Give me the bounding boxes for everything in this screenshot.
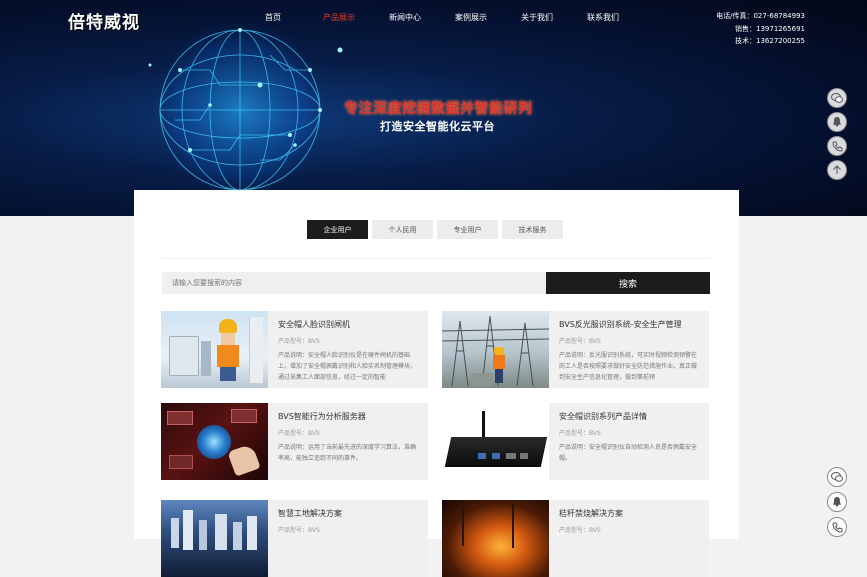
back-to-top-button[interactable] <box>827 160 847 180</box>
product-info: 秸秆禁烧解决方案 产品型号：BVS <box>559 500 699 572</box>
category-tabs: 企业用户 个人民用 专业用户 技术服务 <box>307 220 567 239</box>
qq-button[interactable] <box>827 112 847 132</box>
product-model: 产品型号：BVS <box>278 430 320 437</box>
product-card[interactable]: 安全帽人脸识别闸机 产品型号：BVS 产品说明：安全帽人脸识别仪是在硬件闸机的基… <box>161 311 428 388</box>
product-title[interactable]: 安全帽识别系列产品详情 <box>559 411 699 422</box>
contact-tech: 技术：13627200255 <box>735 37 805 45</box>
product-image-edge-box[interactable] <box>442 403 549 480</box>
qq-icon <box>833 117 841 127</box>
search-input[interactable] <box>162 272 546 294</box>
tab-tech-service[interactable]: 技术服务 <box>502 220 563 239</box>
nav-contact[interactable]: 联系我们 <box>570 12 636 23</box>
product-title[interactable]: BVS反光服识别系统-安全生产管理 <box>559 319 699 330</box>
qq-button-bottom[interactable] <box>827 492 847 512</box>
nav-home[interactable]: 首页 <box>240 12 306 23</box>
wechat-button[interactable] <box>827 88 847 108</box>
product-description: 产品说明：运用了当前最先进的深度学习算法，准确率高，能独立追踪不同的事件。 <box>278 444 417 462</box>
product-title[interactable]: 安全帽人脸识别闸机 <box>278 319 418 330</box>
product-info: BVS智能行为分析服务器 产品型号：BVS 产品说明：运用了当前最先进的深度学习… <box>278 403 418 475</box>
phone-button-bottom[interactable] <box>827 517 847 537</box>
wechat-icon <box>831 472 843 482</box>
product-image-face-gate[interactable] <box>161 311 268 388</box>
product-info: 智慧工地解决方案 产品型号：BVS <box>278 500 418 572</box>
product-model: 产品型号：BVS <box>559 527 601 534</box>
product-image-ai-server[interactable] <box>161 403 268 480</box>
product-info: 安全帽识别系列产品详情 产品型号：BVS 产品说明：安全帽识别仪自动检测人员是否… <box>559 403 699 475</box>
product-description <box>559 539 699 572</box>
arrow-up-icon <box>833 165 841 174</box>
search-button[interactable]: 搜索 <box>546 272 710 294</box>
tab-personal[interactable]: 个人民用 <box>372 220 433 239</box>
tab-enterprise[interactable]: 企业用户 <box>307 220 368 239</box>
product-model: 产品型号：BVS <box>559 430 601 437</box>
wechat-button-bottom[interactable] <box>827 467 847 487</box>
product-model: 产品型号：BVS <box>278 527 320 534</box>
wechat-icon <box>831 93 843 103</box>
product-title[interactable]: BVS智能行为分析服务器 <box>278 411 418 422</box>
divider <box>162 258 710 259</box>
product-description: 产品说明：安全帽识别仪自动检测人员是否佩戴安全帽。 <box>559 444 698 462</box>
phone-button[interactable] <box>827 136 847 156</box>
product-title[interactable]: 智慧工地解决方案 <box>278 508 418 519</box>
nav-products[interactable]: 产品展示 <box>306 12 372 23</box>
banner-subheadline: 打造安全智能化云平台 <box>380 120 495 133</box>
contact-sales: 销售：13971265691 <box>735 24 805 33</box>
nav-about[interactable]: 关于我们 <box>504 12 570 23</box>
site-logo[interactable]: 倍特威视 <box>68 8 140 33</box>
product-description: 产品说明：安全帽人脸识别仪是在硬件闸机的基础上，增加了安全帽佩戴识别和人脸实名制… <box>278 352 417 381</box>
product-card[interactable]: 安全帽识别系列产品详情 产品型号：BVS 产品说明：安全帽识别仪自动检测人员是否… <box>442 403 709 480</box>
banner-headline: 专注深度挖掘数据并智能研判 <box>344 101 533 117</box>
phone-icon <box>831 522 842 533</box>
product-model: 产品型号：BVS <box>559 338 601 345</box>
contact-info: 电话/传真：027-68784993 销售：13971265691 技术：136… <box>716 10 805 48</box>
substation-graphic <box>442 315 549 387</box>
product-description: 产品说明：反光服识别系统，可实时视频检测预警在岗工人是否按照要求做好安全防范措施… <box>559 352 698 381</box>
tab-professional[interactable]: 专业用户 <box>437 220 498 239</box>
product-model: 产品型号：BVS <box>278 338 320 345</box>
products-panel: 企业用户 个人民用 专业用户 技术服务 搜索 安全帽人脸识别闸机 产品型号：BV… <box>134 190 739 577</box>
nav-cases[interactable]: 案例展示 <box>438 12 504 23</box>
qq-icon <box>833 497 841 507</box>
contact-phone: 电话/传真：027-68784993 <box>716 12 805 20</box>
product-description <box>278 539 418 572</box>
phone-icon <box>831 141 842 152</box>
product-card[interactable]: BVS智能行为分析服务器 产品型号：BVS 产品说明：运用了当前最先进的深度学习… <box>161 403 428 480</box>
nav-news[interactable]: 新闻中心 <box>372 12 438 23</box>
product-info: BVS反光服识别系统-安全生产管理 产品型号：BVS 产品说明：反光服识别系统，… <box>559 311 699 383</box>
product-image-substation[interactable] <box>442 311 549 388</box>
hero-banner: 倍特威视 首页 产品展示 新闻中心 案例展示 关于我们 联系我们 电话/传真：0… <box>0 0 867 216</box>
product-info: 安全帽人脸识别闸机 产品型号：BVS 产品说明：安全帽人脸识别仪是在硬件闸机的基… <box>278 311 418 383</box>
product-card[interactable]: BVS反光服识别系统-安全生产管理 产品型号：BVS 产品说明：反光服识别系统，… <box>442 311 709 388</box>
product-title[interactable]: 秸秆禁烧解决方案 <box>559 508 699 519</box>
search-bar: 搜索 <box>162 272 710 294</box>
digital-globe-graphic <box>145 15 343 205</box>
main-nav: 首页 产品展示 新闻中心 案例展示 关于我们 联系我们 <box>240 12 636 23</box>
